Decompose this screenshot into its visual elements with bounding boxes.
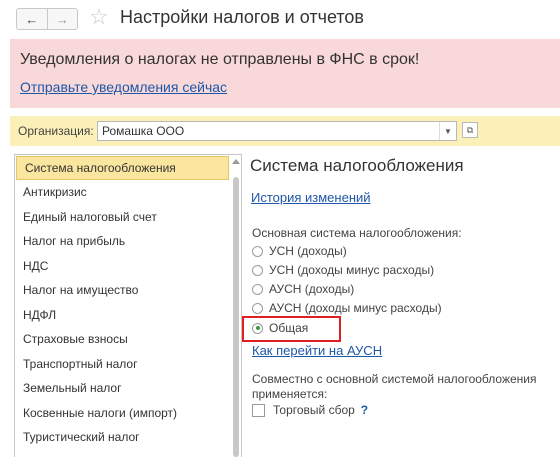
sidebar-item-single-tax-account[interactable]: Единый налоговый счет [15,205,241,230]
organization-field[interactable]: Ромашка ООО ▼ [97,121,457,141]
open-icon[interactable]: ⧉ [462,122,478,138]
radio-ausn-income[interactable]: АУСН (доходы) [252,280,354,298]
warning-message: Уведомления о налогах не отправлены в ФН… [20,51,420,68]
radio-circle[interactable] [252,245,263,257]
sidebar-list: Система налогообложения Антикризис Едины… [14,154,242,457]
radio-label: АУСН (доходы) [269,282,355,296]
send-notifications-link[interactable]: Отправьте уведомления сейчас [20,79,227,95]
trade-fee-row[interactable]: Торговый сбор ? [252,403,368,417]
help-icon[interactable]: ? [361,403,368,417]
radio-label: УСН (доходы минус расходы) [269,263,435,277]
back-icon[interactable]: ← [17,9,47,29]
window-title: Настройки налогов и отчетов [120,7,364,27]
warning-panel: Уведомления о налогах не отправлены в ФН… [10,39,560,108]
radio-circle[interactable] [252,302,263,314]
dropdown-icon[interactable]: ▼ [439,122,456,140]
radio-label: УСН (доходы) [269,244,347,258]
radio-label: АУСН (доходы минус расходы) [269,301,442,315]
how-to-switch-ausn-link[interactable]: Как перейти на АУСН [252,343,382,358]
history-link[interactable]: История изменений [251,190,371,205]
sidebar-item-tourist-tax[interactable]: Туристический налог [15,425,241,450]
trade-fee-label: Торговый сбор [273,403,355,417]
page-title: Система налогообложения [250,156,464,175]
sidebar-item-profit-tax[interactable]: Налог на прибыль [15,229,241,254]
joint-tax-label: Совместно с основной системой налогообло… [252,372,537,401]
scroll-up-icon[interactable] [232,159,240,164]
forward-icon[interactable]: → [46,9,78,29]
trade-fee-checkbox[interactable] [252,403,265,417]
sidebar-item-transport-tax[interactable]: Транспортный налог [15,352,241,377]
main-panel: Система налогообложения История изменени… [242,150,560,456]
tax-system-label: Основная система налогообложения: [252,226,462,240]
organization-label: Организация: [18,124,94,138]
sidebar-item-vat[interactable]: НДС [15,254,241,279]
sidebar-item-insurance[interactable]: Страховые взносы [15,327,241,352]
favorite-star-icon[interactable]: ☆ [89,5,109,29]
radio-usn-income-minus-expenses[interactable]: УСН (доходы минус расходы) [252,261,434,279]
sidebar-item-indirect-taxes[interactable]: Косвенные налоги (импорт) [15,401,241,426]
radio-ausn-income-minus-expenses[interactable]: АУСН (доходы минус расходы) [252,299,442,317]
title-bar: ← → ☆ Настройки налогов и отчетов [0,0,560,38]
radio-circle[interactable] [252,264,263,276]
sidebar-item-tax-system[interactable]: Система налогообложения [16,156,229,180]
scrollbar-thumb[interactable] [233,177,239,457]
sidebar-item-property-tax[interactable]: Налог на имущество [15,278,241,303]
sidebar-scrollbar[interactable] [232,159,240,457]
sidebar-item-anticrisis[interactable]: Антикризис [15,180,241,205]
navigation-buttons: ← → [16,8,78,30]
radio-usn-income[interactable]: УСН (доходы) [252,242,347,260]
highlight-box [242,316,341,342]
radio-circle[interactable] [252,283,263,295]
sidebar-item-land-tax[interactable]: Земельный налог [15,376,241,401]
organization-value: Ромашка ООО [102,124,185,138]
organization-bar: Организация: Ромашка ООО ▼ ⧉ [10,116,560,146]
sidebar-item-ndfl[interactable]: НДФЛ [15,303,241,328]
